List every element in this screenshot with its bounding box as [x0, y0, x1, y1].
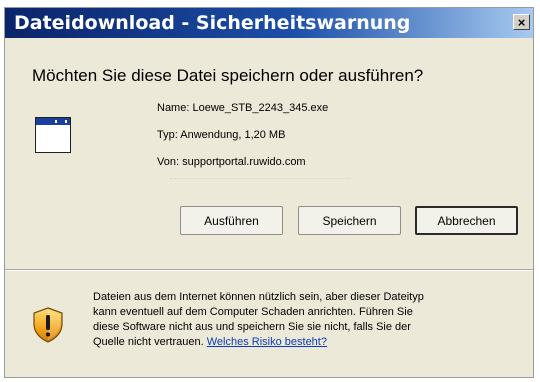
file-source-value: supportportal.ruwido.com: [182, 156, 306, 168]
application-window-icon: [35, 117, 71, 153]
file-name-label: Name:: [157, 102, 190, 114]
window-title: Dateidownload - Sicherheitswarnung: [14, 12, 411, 34]
file-type-value: Anwendung, 1,20 MB: [180, 129, 286, 141]
risk-link[interactable]: Welches Risiko besteht?: [207, 336, 327, 348]
title-bar[interactable]: Dateidownload - Sicherheitswarnung ×: [5, 8, 533, 38]
warning-line-last: Quelle nicht vertrauen. Welches Risiko b…: [93, 335, 433, 350]
file-name-row: Name: Loewe_STB_2243_345.exe: [157, 102, 328, 114]
close-button[interactable]: ×: [513, 14, 530, 30]
divider: [170, 178, 350, 180]
file-type-row: Typ: Anwendung, 1,20 MB: [157, 129, 285, 141]
save-button[interactable]: Speichern: [298, 206, 401, 235]
section-separator: [5, 269, 533, 271]
warning-line: kann eventuell auf dem Computer Schaden …: [93, 306, 413, 318]
download-security-dialog: Dateidownload - Sicherheitswarnung × Möc…: [4, 7, 534, 378]
warning-line-text: Quelle nicht vertrauen.: [93, 336, 204, 348]
file-type-label: Typ:: [157, 129, 178, 141]
close-icon: ×: [517, 14, 526, 30]
warning-message: Dateien aus dem Internet können nützlich…: [93, 290, 433, 350]
window-titlebar-glyph: [36, 118, 70, 125]
file-source-label: Von:: [157, 156, 180, 168]
warning-line: Dateien aus dem Internet können nützlich…: [93, 291, 424, 303]
download-question: Möchten Sie diese Datei speichern oder a…: [32, 66, 424, 85]
run-button[interactable]: Ausführen: [180, 206, 283, 235]
cancel-button[interactable]: Abbrechen: [415, 206, 518, 235]
security-shield-warning-icon: [33, 307, 63, 343]
file-name-value: Loewe_STB_2243_345.exe: [192, 102, 329, 114]
warning-line: diese Software nicht aus und speichern S…: [93, 321, 411, 333]
file-source-row: Von: supportportal.ruwido.com: [157, 156, 306, 168]
